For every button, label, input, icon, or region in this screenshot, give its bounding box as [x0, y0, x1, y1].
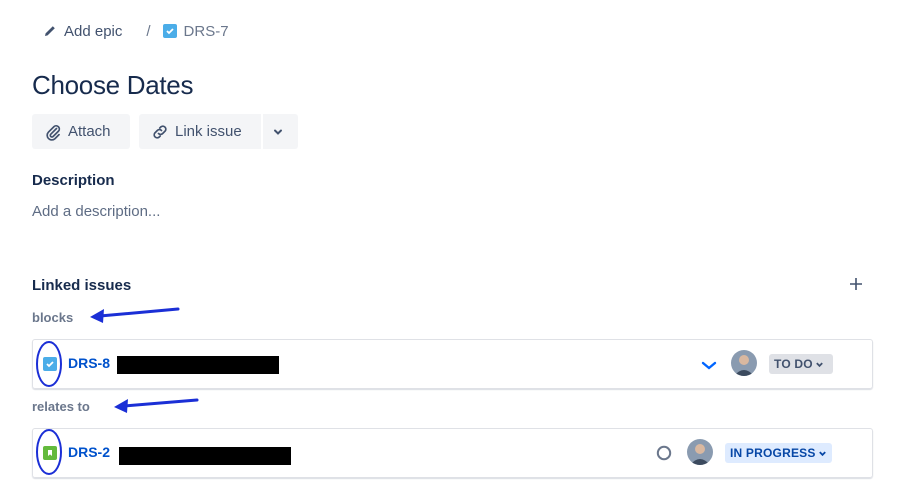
description-field[interactable]: Add a description... — [32, 203, 160, 220]
linked-issue-row[interactable]: DRS-8 TO DO — [32, 339, 873, 389]
story-icon — [43, 446, 57, 460]
more-actions-button[interactable] — [263, 114, 298, 149]
linked-issue-key[interactable]: DRS-8 — [68, 355, 110, 371]
status-badge[interactable]: IN PROGRESS — [725, 443, 832, 463]
annotation-arrow — [114, 398, 199, 413]
attach-button[interactable]: Attach — [32, 114, 130, 149]
plus-icon — [850, 278, 862, 290]
circle-icon — [656, 445, 672, 461]
relation-label-relates-to: relates to — [32, 399, 90, 414]
annotation-arrow — [90, 307, 180, 323]
chevron-down-icon — [818, 451, 826, 456]
redacted-summary — [119, 447, 291, 465]
relation-label-blocks: blocks — [32, 310, 74, 325]
chevron-down-icon — [815, 362, 823, 367]
description-label: Description — [32, 172, 115, 189]
avatar[interactable] — [731, 350, 757, 376]
pencil-icon — [45, 26, 55, 36]
linked-issue-key[interactable]: DRS-2 — [68, 444, 110, 460]
task-icon — [43, 357, 57, 371]
add-linked-issue-button[interactable] — [848, 274, 864, 296]
chevron-down-icon — [273, 129, 282, 135]
redacted-summary — [117, 356, 279, 374]
link-icon — [153, 124, 167, 139]
status-label: TO DO — [774, 357, 813, 371]
status-badge[interactable]: TO DO — [769, 354, 833, 374]
breadcrumb: Add epic / DRS-7 — [42, 20, 229, 42]
add-epic-link[interactable]: Add epic — [64, 23, 122, 40]
breadcrumb-separator: / — [146, 22, 151, 40]
link-issue-label: Link issue — [175, 123, 242, 140]
link-issue-button[interactable]: Link issue — [139, 114, 261, 149]
task-icon — [162, 24, 177, 38]
attach-label: Attach — [68, 123, 111, 140]
breadcrumb-issue-key[interactable]: DRS-7 — [184, 23, 229, 40]
status-label: IN PROGRESS — [730, 446, 816, 460]
issue-title[interactable]: Choose Dates — [32, 70, 193, 101]
avatar[interactable] — [687, 439, 713, 465]
linked-issues-label: Linked issues — [32, 277, 132, 294]
chevron-down-icon — [701, 361, 717, 370]
paperclip-icon — [46, 124, 61, 141]
linked-issue-row[interactable]: DRS-2 IN PROGRESS — [32, 428, 873, 478]
